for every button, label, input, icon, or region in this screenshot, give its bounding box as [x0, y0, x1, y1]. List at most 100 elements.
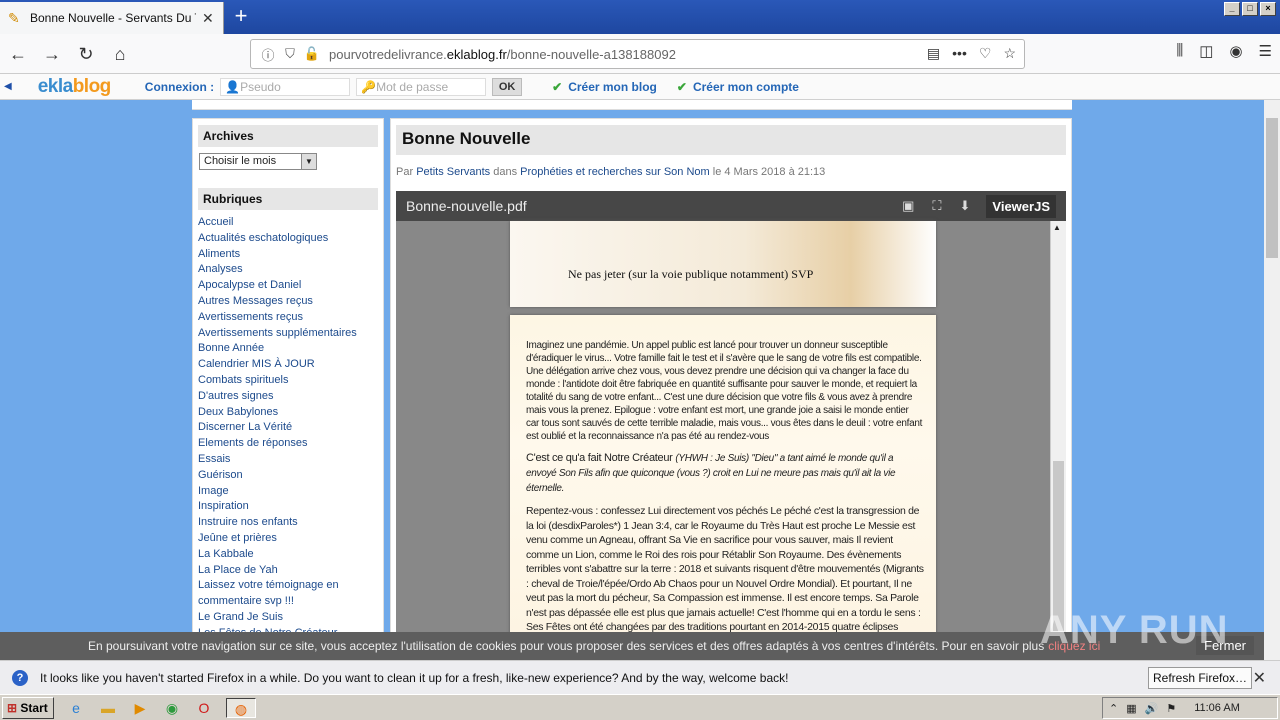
volume-icon[interactable]: 🔊: [1145, 702, 1159, 715]
fullscreen-icon[interactable]: ⛶: [932, 198, 941, 214]
rubrique-link[interactable]: La Kabbale: [198, 547, 378, 563]
page-scroll-thumb[interactable]: [1266, 118, 1278, 258]
rubrique-link[interactable]: Analyses: [198, 262, 378, 278]
rubrique-link[interactable]: Combats spirituels: [198, 373, 378, 389]
pdf-paragraph-1: Imaginez une pandémie. Un appel public e…: [526, 340, 923, 442]
rubrique-link[interactable]: Instruire nos enfants: [198, 515, 378, 531]
insecure-lock-icon[interactable]: 🔓: [303, 46, 321, 62]
collapse-arrow-icon[interactable]: ◀: [4, 81, 12, 92]
viewerjs-brand[interactable]: ViewerJS: [986, 194, 1056, 218]
rubrique-link[interactable]: Bonne Année: [198, 341, 378, 357]
meta-par: Par: [396, 166, 414, 178]
viewer-scroll-thumb[interactable]: [1053, 461, 1064, 631]
rubrique-link[interactable]: Jeûne et prières: [198, 531, 378, 547]
rubrique-link[interactable]: Inspiration: [198, 499, 378, 515]
info-icon[interactable]: ⓘ: [259, 45, 277, 64]
folder-icon[interactable]: ▬: [98, 698, 118, 718]
rubrique-link[interactable]: commentaire svp !!!: [198, 594, 378, 610]
url-domain: eklablog.fr: [446, 46, 507, 62]
opera-icon[interactable]: O: [194, 698, 214, 718]
create-blog-link[interactable]: ✔ Créer mon blog: [552, 80, 657, 94]
rubrique-link[interactable]: D'autres signes: [198, 389, 378, 405]
browser-tab[interactable]: ✎ Bonne Nouvelle - Servants Du Trè ✕: [0, 2, 224, 34]
url-text[interactable]: pourvotredelivrance.eklablog.fr/bonne-no…: [329, 47, 676, 62]
rubrique-link[interactable]: Essais: [198, 452, 378, 468]
maximize-button[interactable]: □: [1242, 2, 1258, 16]
firefox-taskbar-icon[interactable]: ◍: [226, 697, 256, 718]
network-icon[interactable]: ▦: [1126, 702, 1136, 715]
new-tab-button[interactable]: +: [228, 4, 254, 30]
home-button[interactable]: ⌂: [104, 38, 136, 70]
pdf-page1-text: Ne pas jeter (sur la voie publique notam…: [568, 267, 814, 281]
rubrique-link[interactable]: Accueil: [198, 215, 378, 231]
post-title: Bonne Nouvelle: [396, 125, 1066, 155]
account-icon[interactable]: ◉: [1229, 42, 1242, 60]
pdf-page-1: Ne pas jeter (sur la voie publique notam…: [510, 221, 936, 307]
rubrique-link[interactable]: La Place de Yah: [198, 563, 378, 579]
chrome-icon[interactable]: ◉: [162, 698, 182, 718]
bookmark-star-icon[interactable]: ☆: [1003, 45, 1016, 62]
page-actions-icon[interactable]: •••: [952, 45, 967, 62]
create-account-link[interactable]: ✔ Créer mon compte: [677, 80, 799, 94]
rubrique-link[interactable]: Guérison: [198, 468, 378, 484]
refresh-firefox-button[interactable]: Refresh Firefox…: [1148, 667, 1253, 689]
start-button[interactable]: ⊞ Start: [2, 696, 54, 719]
download-icon[interactable]: ⬇: [960, 198, 971, 214]
internet-explorer-icon[interactable]: e: [66, 698, 86, 718]
create-account-label: Créer mon compte: [692, 79, 799, 94]
pdf-paragraph-2: C'est ce qu'a fait Notre Créateur (YHWH …: [526, 451, 924, 496]
chevron-down-icon[interactable]: ▼: [301, 154, 316, 169]
close-window-button[interactable]: ×: [1260, 2, 1276, 16]
pocket-icon[interactable]: ♡: [979, 45, 992, 62]
tray-expand-icon[interactable]: ⌃: [1109, 702, 1118, 715]
close-icon[interactable]: ✕: [1253, 668, 1266, 688]
rubrique-link[interactable]: Discerner La Vérité: [198, 420, 378, 436]
rubrique-link[interactable]: Aliments: [198, 247, 378, 263]
reload-button[interactable]: ↻: [70, 38, 102, 70]
window-controls: _ □ ×: [1224, 2, 1276, 16]
minimize-button[interactable]: _: [1224, 2, 1240, 16]
pdf-viewer[interactable]: Bonne-nouvelle.pdf ▣ ⛶ ⬇ ViewerJS Ne pas…: [396, 191, 1066, 632]
shield-icon[interactable]: ⛉: [281, 46, 299, 62]
rubrique-link[interactable]: Laissez votre témoignage en: [198, 578, 378, 594]
key-icon: 🔑: [361, 79, 377, 94]
rubriques-heading: Rubriques: [198, 188, 378, 210]
media-player-icon[interactable]: ▶: [130, 698, 150, 718]
month-select[interactable]: Choisir le mois ▼: [199, 153, 317, 170]
page-scrollbar[interactable]: [1264, 100, 1280, 660]
back-button[interactable]: ←: [2, 38, 34, 70]
pdf-page-2: Imaginez une pandémie. Un appel public e…: [510, 315, 936, 632]
password-input[interactable]: 🔑Mot de passe: [356, 77, 487, 96]
login-ok-button[interactable]: OK: [492, 77, 523, 96]
rubrique-link[interactable]: Calendrier MIS À JOUR: [198, 357, 378, 373]
sidebar-icon[interactable]: ◫: [1199, 42, 1213, 60]
author-link[interactable]: Petits Servants: [416, 166, 490, 178]
rubrique-link[interactable]: Apocalypse et Daniel: [198, 278, 378, 294]
forward-button[interactable]: →: [36, 38, 68, 70]
rubrique-link[interactable]: Autres Messages reçus: [198, 294, 378, 310]
url-bar[interactable]: ⓘ ⛉ 🔓 pourvotredelivrance.eklablog.fr/bo…: [250, 39, 1025, 69]
library-icon[interactable]: ⫼: [1176, 42, 1183, 60]
viewer-toolbar: Bonne-nouvelle.pdf ▣ ⛶ ⬇ ViewerJS: [396, 191, 1066, 221]
rubrique-link[interactable]: Deux Babylones: [198, 405, 378, 421]
tab-close-icon[interactable]: ✕: [202, 10, 214, 27]
presentation-icon[interactable]: ▣: [902, 198, 914, 214]
pseudo-input[interactable]: 👤Pseudo: [220, 77, 351, 96]
flag-icon[interactable]: ⚑: [1166, 702, 1176, 715]
post-meta: Par Petits Servants dans Prophéties et r…: [396, 166, 1066, 178]
eklablog-logo[interactable]: eklablog: [38, 76, 112, 98]
url-prefix: pourvotredelivrance.: [329, 46, 447, 62]
rubrique-link[interactable]: Avertissements reçus: [198, 310, 378, 326]
viewer-scrollbar[interactable]: ▲: [1050, 221, 1066, 632]
rubrique-link[interactable]: Actualités eschatologiques: [198, 231, 378, 247]
rubrique-link[interactable]: Elements de réponses: [198, 436, 378, 452]
browser-tab-strip: ✎ Bonne Nouvelle - Servants Du Trè ✕ + _…: [0, 0, 1280, 34]
menu-icon[interactable]: ☰: [1259, 42, 1272, 60]
clock: 11:06 AM: [1194, 702, 1240, 714]
reader-view-icon[interactable]: ▤: [927, 45, 940, 62]
category-link[interactable]: Prophéties et recherches sur Son Nom: [520, 166, 710, 178]
rubrique-link[interactable]: Image: [198, 484, 378, 500]
rubrique-link[interactable]: Le Grand Je Suis: [198, 610, 378, 626]
scroll-up-icon[interactable]: ▲: [1053, 223, 1061, 232]
rubrique-link[interactable]: Avertissements supplémentaires: [198, 326, 378, 342]
